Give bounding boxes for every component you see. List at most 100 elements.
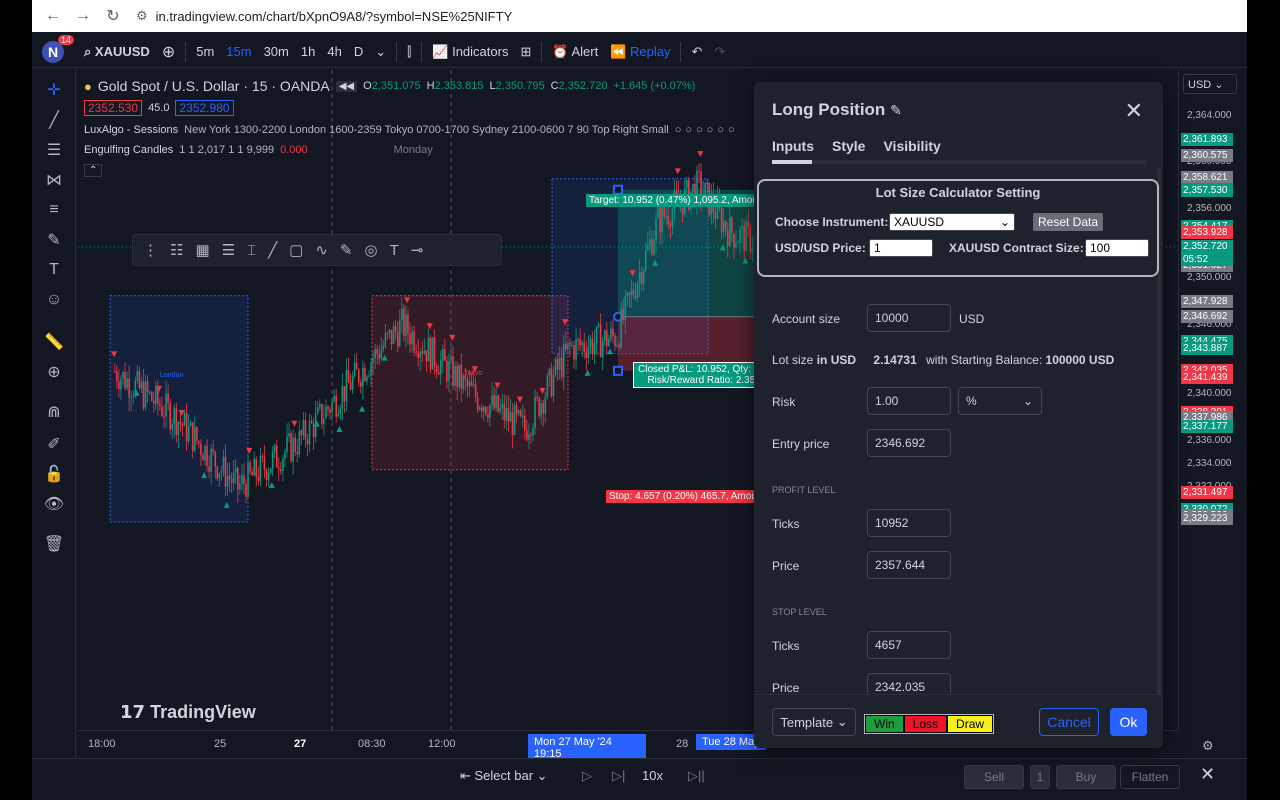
fib-icon[interactable]: ☰ <box>42 138 66 162</box>
close-icon[interactable]: ✕ <box>1200 764 1215 785</box>
text-icon[interactable]: T <box>42 258 66 282</box>
template-button[interactable]: Template ⌄ <box>772 708 856 736</box>
more-icon[interactable]: ⊸ <box>411 241 424 259</box>
stay-drawing-icon[interactable]: ✐ <box>42 432 66 456</box>
select-bar-button[interactable]: ⇤ Select bar ⌄ <box>460 768 548 784</box>
long-position-icon[interactable]: ☷ <box>170 241 183 259</box>
account-size-input[interactable]: 10000 <box>867 304 951 332</box>
risk-input[interactable]: 1.00 <box>867 387 951 415</box>
reload-icon[interactable]: ↻ <box>98 6 128 26</box>
instrument-title[interactable]: Gold Spot / U.S. Dollar · 15 · OANDA <box>98 78 330 94</box>
undo-icon[interactable]: ↶ <box>685 44 708 60</box>
profit-price-input[interactable]: 2357.644 <box>867 551 951 579</box>
interval-5m[interactable]: 5m <box>190 44 220 59</box>
chevron-down-icon[interactable]: ⌄ <box>369 44 392 60</box>
circle-icon[interactable]: ◎ <box>364 241 377 259</box>
eye-icon[interactable]: 👁 <box>42 492 66 516</box>
redo-icon[interactable]: ↷ <box>708 44 731 60</box>
symbol-search[interactable]: ⌕ XAUUSD <box>78 44 156 60</box>
stop-price-input[interactable]: 2342.035 <box>867 673 951 694</box>
candle-body <box>606 330 608 347</box>
candle-body <box>599 324 602 358</box>
settings-icons[interactable]: ○○○○○○ <box>675 124 739 136</box>
interval-4h[interactable]: 4h <box>321 44 347 59</box>
currency-select[interactable]: USD ⌄ <box>1183 74 1237 94</box>
buy-button[interactable]: Buy <box>1056 765 1116 789</box>
step-forward-icon[interactable]: ▷| <box>612 768 625 784</box>
instrument-select[interactable]: XAUUSD ⌄ <box>889 213 1015 231</box>
play-icon[interactable]: ▷ <box>582 768 592 784</box>
candle-body <box>460 364 463 389</box>
tab-inputs[interactable]: Inputs <box>772 138 814 154</box>
ruler-icon[interactable]: 📏 <box>42 330 66 354</box>
interval-15m[interactable]: 15m <box>220 44 257 59</box>
trash-icon[interactable]: 🗑 <box>42 532 66 556</box>
add-symbol-icon[interactable]: ⊕ <box>156 42 181 62</box>
emoji-icon[interactable]: ☺ <box>42 288 66 312</box>
close-icon[interactable]: ✕ <box>1125 98 1143 124</box>
site-info-icon[interactable]: ⚙ <box>136 8 148 24</box>
draw-button[interactable]: Draw <box>947 715 994 733</box>
profit-ticks-input[interactable]: 10952 <box>867 509 951 537</box>
price-axis[interactable]: USD ⌄ 2,364.0002,362.0002,360.0002,358.0… <box>1178 70 1247 730</box>
prediction-icon[interactable]: ≡ <box>42 198 66 222</box>
loss-button[interactable]: Loss <box>903 715 948 733</box>
brush-icon[interactable]: ✎ <box>42 228 66 252</box>
text-cursor-icon[interactable]: ⌶ <box>247 242 256 259</box>
usd-price-input[interactable]: 1 <box>869 239 933 257</box>
line-icon[interactable]: ╱ <box>268 241 277 259</box>
win-button[interactable]: Win <box>865 715 904 733</box>
tab-style[interactable]: Style <box>832 138 865 154</box>
legend-collapse[interactable]: ⌃ <box>84 160 739 180</box>
candle-type-icon[interactable]: ⫿ <box>401 44 417 60</box>
pattern-icon[interactable]: ⋈ <box>42 168 66 192</box>
flatten-button[interactable]: Flatten <box>1120 765 1180 789</box>
edit-icon[interactable]: ✎ <box>890 102 902 118</box>
magnet-icon[interactable]: ⋒ <box>42 400 66 424</box>
indicators-button[interactable]: 📈 Indicators <box>426 44 514 60</box>
zoom-in-icon[interactable]: ⊕ <box>42 360 66 384</box>
text-icon[interactable]: T <box>390 242 399 259</box>
quantity-field[interactable]: 1 <box>1030 765 1050 789</box>
stop-ticks-input[interactable]: 4657 <box>867 631 951 659</box>
time-tick: 18:00 <box>88 738 116 750</box>
bid-price[interactable]: 2352.530 <box>84 100 143 116</box>
lock-icon[interactable]: 🔓 <box>42 462 66 486</box>
avatar[interactable]: N 14 <box>42 34 74 63</box>
indicator-engulfing[interactable]: Engulfing Candles 1 1 2,017 1 1 9,999 0.… <box>84 140 739 160</box>
brush-icon[interactable]: ✎ <box>340 241 353 259</box>
rectangle-icon[interactable]: ▢ <box>289 241 303 259</box>
tab-visibility[interactable]: Visibility <box>883 138 940 154</box>
drag-handle-icon[interactable]: ⋮ <box>143 241 158 259</box>
candle-body <box>138 371 141 389</box>
reset-data-button[interactable]: Reset Data <box>1033 213 1103 231</box>
jump-to-realtime-icon[interactable]: ▷|| <box>688 768 705 784</box>
replay-button[interactable]: ⏪ Replay <box>604 44 676 60</box>
speed-button[interactable]: 10x <box>642 768 663 783</box>
forward-icon[interactable]: → <box>68 7 98 25</box>
cancel-button[interactable]: Cancel <box>1039 708 1099 736</box>
entry-price-input[interactable]: 2346.692 <box>867 429 951 457</box>
crosshair-icon[interactable]: ✛ <box>42 78 66 102</box>
grid-icon[interactable]: ▦ <box>195 241 209 259</box>
settings-icon[interactable]: ⚙ <box>1202 738 1214 754</box>
interval-d[interactable]: D <box>348 44 369 59</box>
path-icon[interactable]: ∿ <box>315 241 328 259</box>
back-icon[interactable]: ← <box>38 7 68 25</box>
candle-body <box>663 205 665 217</box>
risk-unit-select[interactable]: % ⌄ <box>958 387 1042 415</box>
lines-icon[interactable]: ☰ <box>222 241 235 259</box>
alert-button[interactable]: ⏰ Alert <box>546 44 604 60</box>
ok-button[interactable]: Ok <box>1110 708 1147 736</box>
layout-icon[interactable]: ⊞ <box>514 44 537 60</box>
collapse-icon[interactable]: ◀◀ <box>335 80 358 92</box>
indicator-sessions[interactable]: LuxAlgo - Sessions New York 1300-2200 Lo… <box>84 120 739 140</box>
interval-30m[interactable]: 30m <box>258 44 295 59</box>
url-text[interactable]: in.tradingview.com/chart/bXpnO9A8/?symbo… <box>156 9 513 24</box>
session-tokyo-label: Tokyo <box>464 370 483 377</box>
trendline-icon[interactable]: ╱ <box>42 108 66 132</box>
interval-1h[interactable]: 1h <box>295 44 321 59</box>
sell-button[interactable]: Sell <box>964 765 1024 789</box>
ask-price[interactable]: 2352.980 <box>175 100 234 116</box>
contract-size-input[interactable]: 100 <box>1085 239 1149 257</box>
